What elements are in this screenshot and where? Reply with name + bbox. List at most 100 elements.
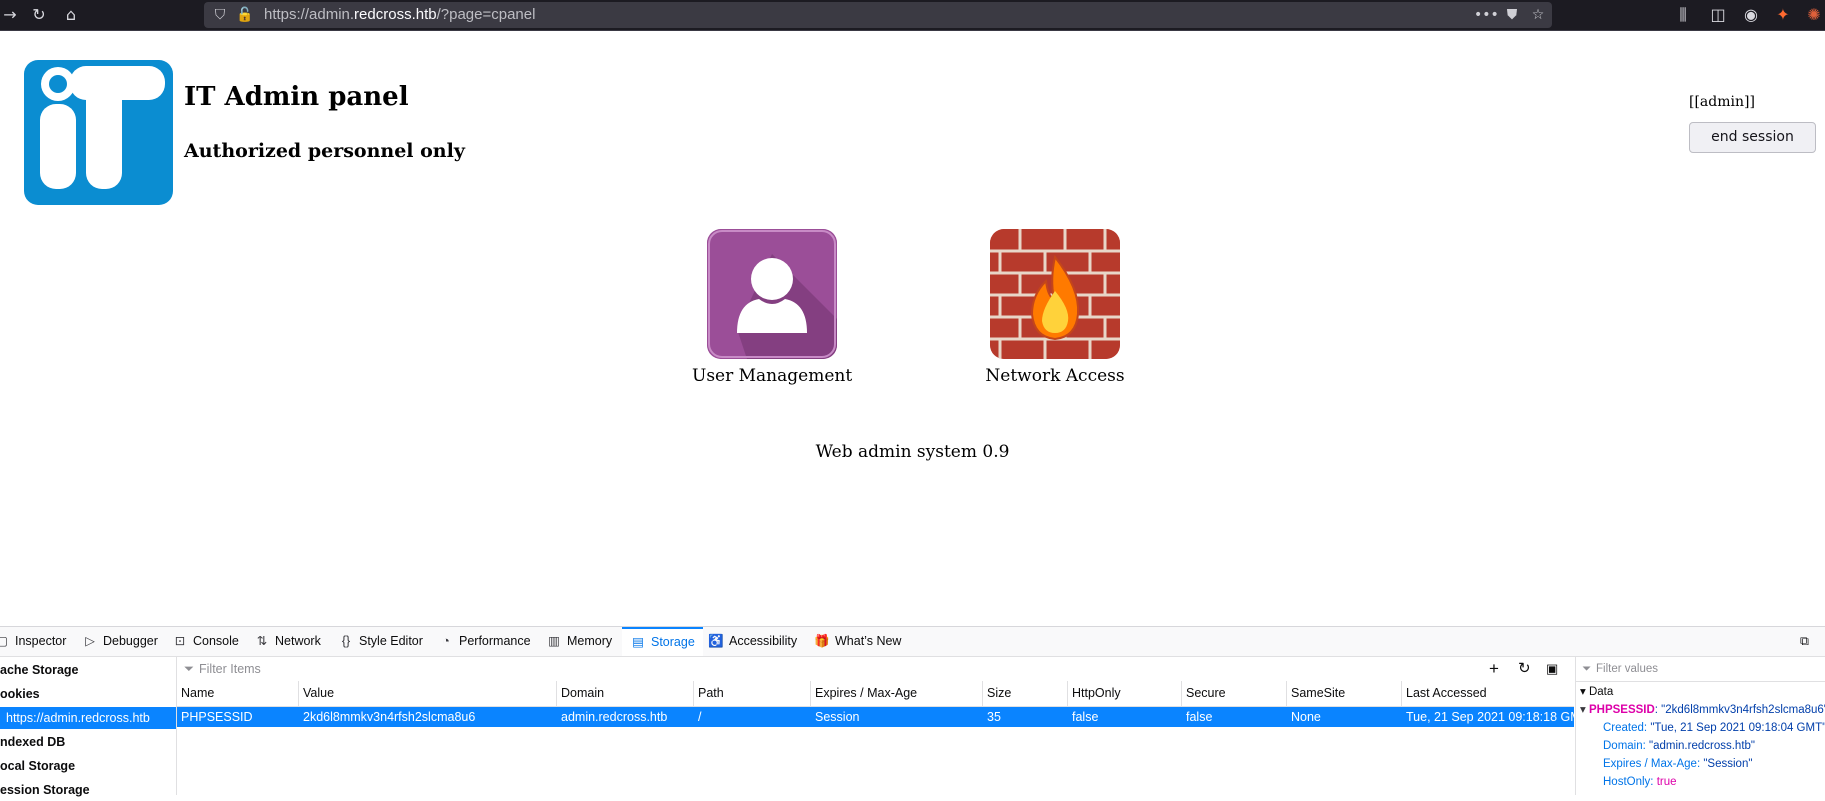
tab-console[interactable]: ⊡ Console [172, 627, 239, 656]
filter-items-input[interactable]: Filter Items [199, 657, 261, 681]
firewall-icon [990, 229, 1120, 359]
tab-debugger[interactable]: ▷ Debugger [82, 627, 158, 656]
user-tag: [[admin]] [1689, 94, 1755, 110]
network-access-tile[interactable] [990, 229, 1120, 359]
table-cell[interactable]: 2kd6l8mmkv3n4rfsh2slcma8u6 [299, 707, 557, 727]
filter-values-input[interactable]: Filter values [1596, 657, 1658, 681]
filter-items-bar[interactable]: ⏷ Filter Items + ↻ ▣ [177, 657, 1574, 682]
tab-style-editor[interactable]: {} Style Editor [338, 627, 423, 656]
cookie-entry[interactable]: ▾ PHPSESSID: "2kd6l8mmkv3n4rfsh2slcma8u6… [1580, 701, 1825, 719]
url-prefix: https://admin. [264, 6, 355, 23]
url-domain: redcross.htb [354, 6, 437, 23]
column-header[interactable]: Path [694, 681, 811, 706]
data-prop-hostonly: HostOnly: true [1603, 776, 1677, 788]
console-icon: ⊡ [174, 634, 186, 648]
data-section-header[interactable]: ▾ Data [1580, 683, 1613, 701]
devtools-tabbar: ▢ Inspector ▷ Debugger ⊡ Console ⇅ Network {… [0, 627, 1825, 657]
refresh-icon[interactable]: ↻ [1518, 657, 1531, 681]
storage-sidebar: ache Storage ookies https://admin.redcro… [0, 657, 177, 797]
expand-icon: ▾ [1580, 704, 1589, 716]
column-header[interactable]: SameSite [1287, 681, 1402, 706]
sidebar-item-indexed-db[interactable]: ndexed DB [0, 731, 176, 753]
table-cell[interactable]: None [1287, 707, 1402, 727]
sidebar-item-cache-storage[interactable]: ache Storage [0, 659, 176, 681]
reload-icon[interactable]: ↻ [28, 4, 50, 26]
sidebar-item-session-storage[interactable]: ession Storage [0, 779, 176, 801]
version-text: Web admin system 0.9 [815, 442, 1010, 462]
column-header[interactable]: Value [299, 681, 557, 706]
data-sidebar: ⏷ Filter values ▾ Data ▾ PHPSESSID: "2kd… [1575, 657, 1825, 795]
filter-icon: ⏷ [1582, 663, 1592, 675]
home-icon[interactable]: ⌂ [60, 4, 82, 26]
data-prop-expires: Expires / Max-Age: "Session" [1603, 758, 1753, 770]
filter-icon: ⏷ [184, 662, 195, 676]
network-access-label[interactable]: Network Access [975, 366, 1135, 386]
accessibility-icon: ♿ [708, 634, 724, 648]
data-prop-created: Created: "Tue, 21 Sep 2021 09:18:04 GMT" [1603, 722, 1825, 734]
filter-values-bar[interactable]: ⏷ Filter values [1576, 657, 1825, 682]
column-header[interactable]: Name [177, 681, 299, 706]
tab-network[interactable]: ⇅ Network [254, 627, 321, 656]
page-subtitle: Authorized personnel only [184, 140, 465, 162]
gift-icon: 🎁 [814, 634, 830, 648]
tab-memory[interactable]: ▥ Memory [546, 627, 612, 656]
table-cell[interactable]: / [694, 707, 811, 727]
sidebar-item-cookies[interactable]: ookies [0, 683, 176, 705]
memory-icon: ▥ [548, 634, 560, 648]
it-logo [24, 60, 173, 205]
pocket-icon[interactable]: ⛊ [1502, 4, 1522, 26]
debugger-icon: ▷ [85, 634, 95, 648]
table-cell[interactable]: Tue, 21 Sep 2021 09:18:18 GMT [1402, 707, 1574, 727]
bookmark-star-icon[interactable]: ☆ [1528, 4, 1548, 26]
user-icon [707, 229, 837, 359]
table-cell[interactable]: admin.redcross.htb [557, 707, 694, 727]
tab-whats-new[interactable]: 🎁 What’s New [814, 627, 901, 656]
tab-accessibility[interactable]: ♿ Accessibility [708, 627, 797, 656]
forward-icon[interactable]: → [2, 4, 18, 26]
column-header[interactable]: Domain [557, 681, 694, 706]
url-path: /?page=cpanel [436, 6, 536, 23]
user-management-tile[interactable] [707, 229, 837, 359]
devtools-panel: ▢ Inspector ▷ Debugger ⊡ Console ⇅ Network {… [0, 626, 1825, 797]
dock-icon[interactable]: ⧉ [1800, 627, 1809, 656]
more-icon[interactable]: ••• [1474, 4, 1499, 26]
sidebar-item-cookie-host[interactable]: https://admin.redcross.htb [0, 707, 176, 729]
end-session-button[interactable]: end session [1689, 122, 1816, 153]
tab-inspector[interactable]: ▢ Inspector [0, 627, 66, 656]
extension-icon[interactable]: ✦ [1772, 4, 1794, 26]
add-item-icon[interactable]: + [1489, 657, 1499, 681]
column-header[interactable]: Size [983, 681, 1068, 706]
account-icon[interactable]: ◉ [1740, 4, 1762, 26]
table-cell[interactable]: Session [811, 707, 983, 727]
browser-toolbar: → ↻ ⌂ ⛉ 🔓 https://admin.redcross.htb/?pa… [0, 0, 1825, 31]
column-header[interactable]: Last Accessed [1402, 681, 1574, 706]
storage-icon: ▤ [632, 635, 644, 649]
lock-warning-icon[interactable]: 🔓 [236, 4, 253, 26]
column-header[interactable]: Expires / Max-Age [811, 681, 983, 706]
tab-storage[interactable]: ▤ Storage [622, 627, 703, 656]
tab-performance[interactable]: ◔ Performance [438, 627, 530, 656]
extension-icon[interactable]: ✺ [1803, 4, 1825, 26]
performance-icon: ◔ [442, 634, 450, 648]
expand-icon: ▾ [1580, 686, 1589, 698]
url-bar[interactable]: ⛉ 🔓 https://admin.redcross.htb/?page=cpa… [204, 2, 1552, 28]
cookie-table: ⏷ Filter Items + ↻ ▣ Name Value Domain P… [177, 657, 1574, 795]
sidebar-item-local-storage[interactable]: ocal Storage [0, 755, 176, 777]
table-cell[interactable]: PHPSESSID [177, 707, 299, 727]
library-icon[interactable]: ⫼ [1672, 4, 1694, 26]
table-cell[interactable]: false [1182, 707, 1287, 727]
shield-icon[interactable]: ⛉ [212, 4, 228, 26]
column-header[interactable]: Secure [1182, 681, 1287, 706]
url-text[interactable]: https://admin.redcross.htb/?page=cpanel [264, 2, 535, 28]
sidebar-icon[interactable]: ◫ [1707, 4, 1729, 26]
toggle-sidebar-icon[interactable]: ▣ [1546, 657, 1558, 681]
table-cell[interactable]: 35 [983, 707, 1068, 727]
table-cell[interactable]: false [1068, 707, 1182, 727]
network-icon: ⇅ [256, 634, 268, 648]
user-management-label[interactable]: User Management [692, 366, 852, 386]
style-editor-icon: {} [341, 634, 351, 648]
inspector-icon: ▢ [0, 634, 8, 648]
column-header[interactable]: HttpOnly [1068, 681, 1182, 706]
page-title: IT Admin panel [184, 82, 409, 112]
data-prop-domain: Domain: "admin.redcross.htb" [1603, 740, 1755, 752]
